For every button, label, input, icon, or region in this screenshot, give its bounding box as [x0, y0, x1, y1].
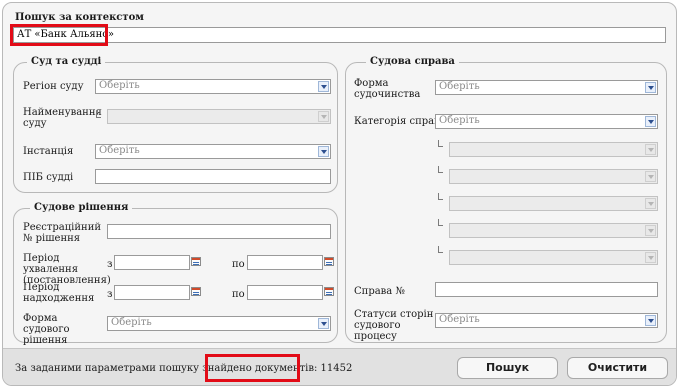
- proceeding-form-label: Форма судочинства: [354, 78, 421, 100]
- dropdown-arrow-icon[interactable]: [645, 144, 656, 155]
- proceeding-form-select[interactable]: Оберіть: [435, 80, 658, 95]
- subcategory-select-5[interactable]: [449, 250, 658, 265]
- dropdown-arrow-icon[interactable]: [318, 111, 329, 122]
- party-status-select-value: Оберіть: [439, 314, 480, 325]
- subcategory-select-2[interactable]: [449, 169, 658, 184]
- dropdown-arrow-icon[interactable]: [645, 252, 656, 263]
- party-status-label: Статуси сторін судового процесу: [354, 309, 434, 342]
- subcategory-select-4[interactable]: [449, 223, 658, 238]
- receipt-to-date-input[interactable]: [247, 285, 323, 300]
- dropdown-arrow-icon[interactable]: [318, 318, 329, 329]
- case-legend: Судова справа: [366, 56, 459, 68]
- dropdown-arrow-icon[interactable]: [645, 225, 656, 236]
- search-value-highlight: [10, 24, 108, 46]
- adoption-to-date-input[interactable]: [247, 255, 323, 270]
- instance-select-value: Оберіть: [99, 145, 140, 156]
- instance-label: Інстанція: [23, 146, 74, 157]
- category-select-value: Оберіть: [439, 115, 480, 126]
- case-number-input[interactable]: [435, 282, 658, 297]
- receipt-from-label: з: [107, 289, 113, 300]
- region-select-value: Оберіть: [99, 80, 140, 91]
- calendar-icon[interactable]: [191, 287, 201, 296]
- dropdown-arrow-icon[interactable]: [318, 81, 329, 92]
- instance-select[interactable]: Оберіть: [95, 144, 331, 159]
- case-number-label: Справа №: [354, 286, 405, 297]
- results-count-highlight: [205, 354, 300, 382]
- judge-input[interactable]: [95, 169, 331, 184]
- decision-legend: Судове рішення: [30, 202, 133, 214]
- tree-branch-icon: [438, 193, 443, 200]
- court-name-label: Найменування суду: [23, 107, 102, 129]
- calendar-icon[interactable]: [324, 287, 334, 296]
- dropdown-arrow-icon[interactable]: [645, 116, 656, 127]
- receipt-to-label: по: [232, 289, 245, 300]
- search-button[interactable]: Пошук: [457, 357, 558, 379]
- dropdown-arrow-icon[interactable]: [645, 198, 656, 209]
- tree-branch-icon: [438, 219, 443, 226]
- decision-form-select-value: Оберіть: [111, 317, 152, 328]
- tree-branch-icon: [438, 140, 443, 147]
- subcategory-select-1[interactable]: [449, 142, 658, 157]
- decision-form-select[interactable]: Оберіть: [107, 316, 331, 331]
- subcategory-select-3[interactable]: [449, 196, 658, 211]
- decision-form-label: Форма судового рішення: [23, 313, 70, 346]
- category-select[interactable]: Оберіть: [435, 114, 658, 129]
- adoption-from-date-input[interactable]: [114, 255, 190, 270]
- party-status-select[interactable]: Оберіть: [435, 313, 658, 328]
- adoption-to-label: по: [232, 259, 245, 270]
- tree-branch-icon: [438, 166, 443, 173]
- search-label: Пошук за контекстом: [15, 12, 144, 23]
- results-footer: За заданими параметрами пошуку знайдено …: [3, 348, 676, 385]
- region-label: Регіон суду: [23, 81, 84, 92]
- reg-number-input[interactable]: [107, 224, 331, 239]
- judge-label: ПІБ судді: [23, 172, 74, 183]
- tree-branch-icon: [96, 111, 101, 118]
- tree-branch-icon: [438, 246, 443, 253]
- calendar-icon[interactable]: [324, 257, 334, 266]
- search-input[interactable]: АТ «Банк Альянс»: [13, 27, 666, 43]
- receipt-period-label: Період надходження: [23, 282, 95, 304]
- dropdown-arrow-icon[interactable]: [645, 315, 656, 326]
- search-form-panel: Пошук за контекстом АТ «Банк Альянс» Суд…: [2, 2, 677, 386]
- region-select[interactable]: Оберіть: [95, 79, 331, 94]
- adoption-from-label: з: [107, 259, 113, 270]
- court-name-select[interactable]: [107, 109, 331, 124]
- category-label: Категорія справи: [354, 116, 447, 127]
- dropdown-arrow-icon[interactable]: [645, 171, 656, 182]
- proceeding-form-select-value: Оберіть: [439, 81, 480, 92]
- court-legend: Суд та судді: [27, 56, 106, 68]
- dropdown-arrow-icon[interactable]: [645, 82, 656, 93]
- calendar-icon[interactable]: [191, 257, 201, 266]
- receipt-from-date-input[interactable]: [114, 285, 190, 300]
- reg-number-label: Реєстраційний № рішення: [23, 222, 102, 244]
- clear-button[interactable]: Очистити: [567, 357, 668, 379]
- dropdown-arrow-icon[interactable]: [318, 146, 329, 157]
- results-summary: За заданими параметрами пошуку знайдено …: [15, 363, 352, 374]
